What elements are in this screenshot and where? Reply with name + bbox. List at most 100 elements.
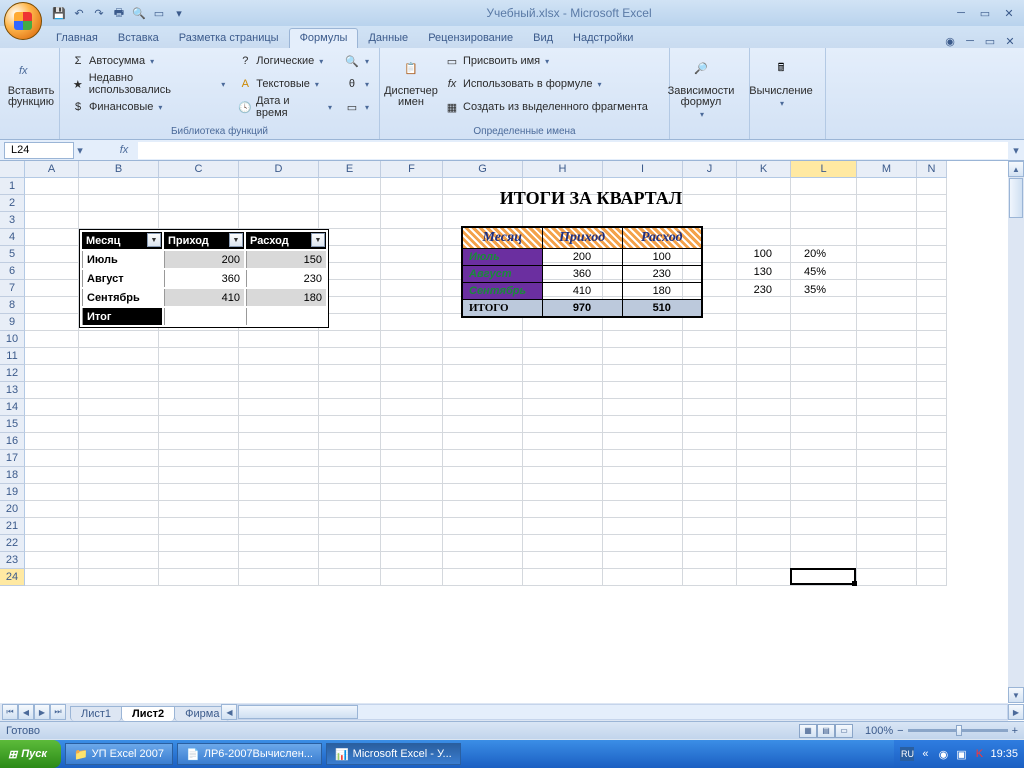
col-header[interactable]: G: [443, 161, 523, 178]
scroll-right-button[interactable]: ▶: [1008, 704, 1024, 720]
col-header[interactable]: L: [791, 161, 857, 178]
horizontal-scrollbar[interactable]: ◀ ▶: [237, 704, 1008, 720]
clock[interactable]: 19:35: [990, 748, 1018, 760]
row-header[interactable]: 16: [0, 433, 25, 450]
ribbon-tab-5[interactable]: Рецензирование: [418, 29, 523, 48]
row-header[interactable]: 3: [0, 212, 25, 229]
doc-close-icon[interactable]: ✕: [1002, 34, 1018, 48]
scroll-down-button[interactable]: ▼: [1008, 687, 1024, 703]
financial-button[interactable]: $Финансовые: [66, 96, 229, 118]
row-headers[interactable]: 123456789101112131415161718192021222324: [0, 178, 25, 586]
taskbar-item[interactable]: 📊Microsoft Excel - У...: [326, 743, 461, 765]
row-header[interactable]: 14: [0, 399, 25, 416]
ribbon-tab-2[interactable]: Разметка страницы: [169, 29, 289, 48]
ribbon-tab-6[interactable]: Вид: [523, 29, 563, 48]
datetime-button[interactable]: 🕓Дата и время: [233, 96, 336, 118]
qat-new-icon[interactable]: ▭: [150, 4, 168, 22]
start-button[interactable]: ⊞Пуск: [0, 740, 61, 768]
taskbar-item[interactable]: 📄ЛР6-2007Вычислен...: [177, 743, 322, 765]
col-header[interactable]: F: [381, 161, 443, 178]
lookup-button[interactable]: 🔍: [340, 50, 373, 72]
text-button[interactable]: AТекстовые: [233, 73, 336, 95]
use-in-formula-button[interactable]: fxИспользовать в формуле: [440, 73, 652, 95]
view-normal-button[interactable]: ▦: [799, 724, 817, 738]
define-name-button[interactable]: ▭Присвоить имя: [440, 50, 652, 72]
minimize-button[interactable]: ─: [950, 5, 972, 21]
row-header[interactable]: 24: [0, 569, 25, 586]
taskbar-item[interactable]: 📁УП Excel 2007: [65, 743, 173, 765]
col-header[interactable]: J: [683, 161, 737, 178]
filter-button[interactable]: ▼: [311, 233, 325, 247]
formula-expand-icon[interactable]: ▾: [1008, 144, 1024, 157]
qat-redo-icon[interactable]: ↷: [90, 4, 108, 22]
formula-input[interactable]: [138, 142, 1008, 159]
recent-button[interactable]: ★Недавно использовались: [66, 73, 229, 95]
name-box[interactable]: L24: [4, 142, 74, 159]
row-header[interactable]: 18: [0, 467, 25, 484]
qat-print-icon[interactable]: 🖶: [110, 4, 128, 22]
col-header[interactable]: E: [319, 161, 381, 178]
qat-save-icon[interactable]: 💾: [50, 4, 68, 22]
row-header[interactable]: 21: [0, 518, 25, 535]
scroll-left-button[interactable]: ◀: [221, 704, 237, 720]
select-all-corner[interactable]: [0, 161, 25, 178]
row-header[interactable]: 19: [0, 484, 25, 501]
row-header[interactable]: 2: [0, 195, 25, 212]
doc-restore-icon[interactable]: ▭: [982, 34, 998, 48]
view-layout-button[interactable]: ▤: [817, 724, 835, 738]
ribbon-tab-7[interactable]: Надстройки: [563, 29, 643, 48]
tab-first-button[interactable]: ⏮: [2, 704, 18, 720]
row-header[interactable]: 7: [0, 280, 25, 297]
tray-icon-2[interactable]: ▣: [954, 747, 968, 761]
row-header[interactable]: 11: [0, 348, 25, 365]
row-header[interactable]: 4: [0, 229, 25, 246]
row-header[interactable]: 13: [0, 382, 25, 399]
col-header[interactable]: C: [159, 161, 239, 178]
sheet-tab[interactable]: Лист2: [121, 706, 175, 721]
calculation-button[interactable]: 🖩 Вычисление: [756, 50, 806, 110]
lang-indicator[interactable]: RU: [900, 747, 914, 761]
row-header[interactable]: 1: [0, 178, 25, 195]
insert-function-button[interactable]: fx Вставить функцию: [6, 50, 56, 110]
create-from-selection-button[interactable]: ▦Создать из выделенного фрагмента: [440, 96, 652, 118]
maximize-button[interactable]: ▭: [974, 5, 996, 21]
qat-open-icon[interactable]: ▾: [170, 4, 188, 22]
ribbon-tab-4[interactable]: Данные: [358, 29, 418, 48]
col-header[interactable]: K: [737, 161, 791, 178]
row-header[interactable]: 6: [0, 263, 25, 280]
tray-expand-icon[interactable]: «: [918, 747, 932, 761]
logical-button[interactable]: ?Логические: [233, 50, 336, 72]
tray-icon-1[interactable]: ◉: [936, 747, 950, 761]
tray-antivirus-icon[interactable]: K: [972, 747, 986, 761]
row-header[interactable]: 10: [0, 331, 25, 348]
ribbon-tab-1[interactable]: Вставка: [108, 29, 169, 48]
zoom-slider[interactable]: [908, 729, 1008, 732]
sheet-tab[interactable]: Лист1: [70, 706, 122, 721]
ribbon-tab-0[interactable]: Главная: [46, 29, 108, 48]
zoom-out-button[interactable]: −: [897, 725, 903, 737]
row-header[interactable]: 5: [0, 246, 25, 263]
namebox-dropdown[interactable]: ▾: [74, 144, 86, 157]
tab-next-button[interactable]: ▶: [34, 704, 50, 720]
filter-button[interactable]: ▼: [147, 233, 161, 247]
col-header[interactable]: M: [857, 161, 917, 178]
fx-bar-icon[interactable]: fx: [114, 144, 134, 156]
zoom-in-button[interactable]: +: [1012, 725, 1018, 737]
row-header[interactable]: 20: [0, 501, 25, 518]
col-header[interactable]: B: [79, 161, 159, 178]
col-header[interactable]: A: [25, 161, 79, 178]
ribbon-tab-3[interactable]: Формулы: [289, 28, 359, 48]
zoom-level[interactable]: 100%: [865, 725, 893, 737]
col-header[interactable]: N: [917, 161, 947, 178]
row-header[interactable]: 22: [0, 535, 25, 552]
help-icon[interactable]: ◉: [942, 34, 958, 48]
office-button[interactable]: [4, 2, 42, 40]
qat-preview-icon[interactable]: 🔍: [130, 4, 148, 22]
row-header[interactable]: 12: [0, 365, 25, 382]
autosum-button[interactable]: ΣАвтосумма: [66, 50, 229, 72]
row-header[interactable]: 17: [0, 450, 25, 467]
name-manager-button[interactable]: 📋 Диспетчер имен: [386, 50, 436, 110]
scroll-up-button[interactable]: ▲: [1008, 161, 1024, 177]
vscroll-thumb[interactable]: [1009, 178, 1023, 218]
column-headers[interactable]: ABCDEFGHIJKLMN: [25, 161, 947, 178]
